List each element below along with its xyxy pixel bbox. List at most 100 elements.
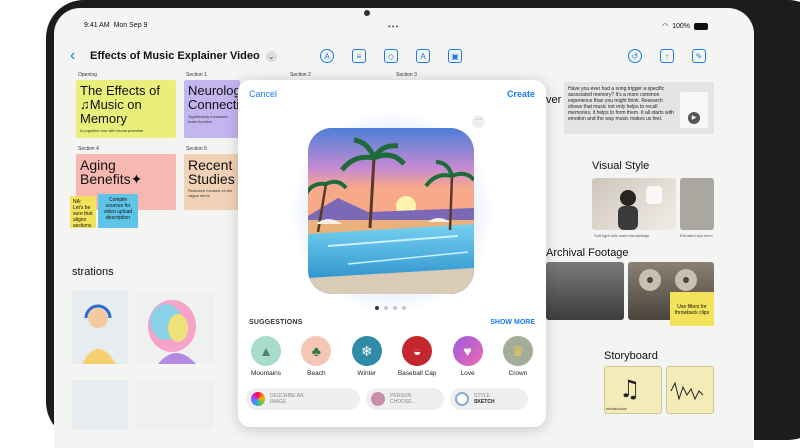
sticky-note[interactable]: Compile sources for video upload descrip… — [98, 194, 138, 228]
suggestion-baseball-cap[interactable]: ◒ Baseball Cap — [395, 336, 439, 377]
opening-card[interactable]: The Effects of ♫Music on Memory A cognit… — [76, 80, 176, 138]
shapes-icon[interactable]: ◇ — [384, 49, 398, 63]
rainbow-hair-illustration-icon — [148, 300, 196, 364]
crown-icon: ♛ — [502, 336, 533, 366]
archival-heading: Archival Footage — [546, 247, 629, 259]
multitask-dots[interactable]: ••• — [388, 22, 399, 31]
note-icon[interactable]: ≡ — [352, 49, 366, 63]
section1-card[interactable]: Neurolog Connecti Significantly increase… — [184, 80, 240, 138]
image-playground-sheet: Cancel Create ··· SUGGESTIONS SHOW MORE … — [238, 80, 546, 427]
photo-caption: Elevated eye level — [680, 233, 713, 238]
mountain-icon: ▲ — [251, 336, 281, 366]
illustration-thumbnail[interactable] — [72, 290, 128, 364]
palm-tree-icon: ♣ — [301, 336, 332, 366]
media-icon[interactable]: ▣ — [448, 49, 462, 63]
compose-icon[interactable]: ✎ — [692, 49, 706, 63]
page-dot[interactable] — [375, 306, 379, 310]
text-box-icon[interactable]: A — [416, 49, 430, 63]
cancel-button[interactable]: Cancel — [249, 89, 277, 99]
video-thumbnail[interactable]: ▶ — [680, 92, 708, 128]
visual-style-photo[interactable] — [680, 178, 714, 230]
show-more-button[interactable]: SHOW MORE — [490, 319, 535, 326]
illustration-thumbnail[interactable] — [136, 292, 214, 364]
card-title: Neurolog Connecti — [188, 83, 240, 112]
visual-style-photo[interactable] — [592, 178, 676, 230]
suggestion-label: Mountains — [251, 370, 281, 377]
card-subtitle: Significantly increases brain function — [188, 114, 228, 124]
pen-icon[interactable]: A — [320, 49, 334, 63]
more-options-icon[interactable]: ··· — [472, 115, 485, 128]
suggestion-love[interactable]: ♥ Love — [446, 336, 490, 377]
card-title: The Effects of ♫Music on Memory — [80, 83, 160, 126]
sticky-note[interactable]: NA: Let's be sure that aligns sections — [70, 196, 96, 229]
visual-style-heading: Visual Style — [592, 160, 650, 172]
section-label: Section 4 — [78, 146, 99, 152]
quote-text: Have you ever had a song trigger a speci… — [568, 86, 674, 122]
section-label: Section 2 — [290, 72, 311, 78]
status-right: ◠ 100% — [662, 22, 708, 30]
partial-heading: ver — [546, 94, 562, 106]
suggestion-crown[interactable]: ♛ Crown — [496, 336, 540, 377]
toolbar-tools: A ≡ ◇ A ▣ — [320, 49, 462, 63]
suggestion-mountains[interactable]: ▲ Mountains — [244, 336, 288, 377]
page-indicator[interactable] — [375, 306, 406, 310]
create-button[interactable]: Create — [507, 89, 535, 99]
waveform-sketch-icon — [670, 381, 704, 401]
back-chevron-icon[interactable]: ‹ — [70, 47, 90, 65]
person-photo-icon — [618, 186, 662, 230]
storyboard-heading: Storyboard — [604, 350, 658, 362]
pill-text: DESCRIBE AN IMAGE — [270, 393, 304, 405]
style-sketch-pill[interactable]: STYLE SKETCH — [450, 388, 528, 410]
heart-icon: ♥ — [452, 336, 483, 366]
toolbar: ‹ Effects of Music Explainer Video ⌄ A ≡… — [70, 44, 720, 68]
snowflake-icon: ❄ — [351, 336, 382, 366]
page-dot[interactable] — [384, 306, 388, 310]
sticky-note[interactable]: Use filters for throwback clips — [670, 292, 714, 326]
section-label: Section 3 — [396, 72, 417, 78]
svg-text:♫: ♫ — [619, 375, 641, 403]
wifi-icon: ◠ — [661, 23, 669, 30]
status-time: 9:41 AM Mon Sep 9 — [84, 22, 148, 29]
share-icon[interactable]: ↑ — [660, 49, 674, 63]
person-choose-pill[interactable]: PERSON CHOOSE... — [366, 388, 444, 410]
play-icon[interactable]: ▶ — [688, 112, 700, 124]
card-subtitle: Research focused on the vagus nerve — [188, 188, 233, 198]
section5-card[interactable]: Recent Studies Research focused on the v… — [184, 154, 240, 210]
suggestion-label: Winter — [357, 370, 377, 377]
generated-image-preview[interactable] — [308, 128, 474, 294]
suggestions-row: ▲ Mountains ♣ Beach ❄ Winter ◒ Baseball … — [244, 336, 540, 377]
storyboard-caption: Introduction — [606, 406, 627, 411]
suggestion-label: Crown — [508, 370, 528, 377]
headphones-illustration-icon — [82, 304, 116, 364]
style-icon — [455, 392, 469, 406]
suggestion-label: Beach — [307, 370, 326, 377]
sparkle-icon — [251, 392, 265, 406]
document-title[interactable]: Effects of Music Explainer Video — [90, 50, 260, 62]
suggestions-title: SUGGESTIONS — [249, 319, 303, 326]
suggestion-beach[interactable]: ♣ Beach — [294, 336, 338, 377]
undo-icon[interactable]: ↺ — [628, 49, 642, 63]
page-dot[interactable] — [402, 306, 406, 310]
illustration-thumbnail[interactable] — [136, 380, 214, 430]
card-title: Recent Studies — [188, 157, 235, 187]
suggestion-label: Love — [460, 370, 475, 377]
page-dot[interactable] — [393, 306, 397, 310]
music-note-sketch-icon: ♫ — [619, 375, 641, 403]
pill-text: PERSON CHOOSE... — [390, 393, 416, 405]
illustrations-heading: strations — [72, 266, 114, 278]
illustration-thumbnail[interactable] — [72, 380, 128, 430]
photo-caption: Soft light with warm furnishings — [594, 233, 650, 238]
archival-photo[interactable] — [546, 262, 624, 320]
suggestion-winter[interactable]: ❄ Winter — [345, 336, 389, 377]
section-label: Section 5 — [186, 146, 207, 152]
suggestion-label: Baseball Cap — [397, 370, 437, 377]
pill-text: STYLE SKETCH — [474, 393, 495, 405]
describe-image-pill[interactable]: DESCRIBE AN IMAGE — [246, 388, 360, 410]
chevron-down-icon[interactable]: ⌄ — [265, 50, 277, 62]
card-title: Aging Benefits✦ — [80, 157, 143, 187]
storyboard-frame[interactable] — [666, 366, 714, 414]
battery-icon — [694, 22, 708, 30]
section-label: Section 1 — [186, 72, 207, 78]
prompt-pills: DESCRIBE AN IMAGE PERSON CHOOSE... STYLE SK… — [246, 388, 538, 410]
person-icon — [371, 392, 385, 406]
